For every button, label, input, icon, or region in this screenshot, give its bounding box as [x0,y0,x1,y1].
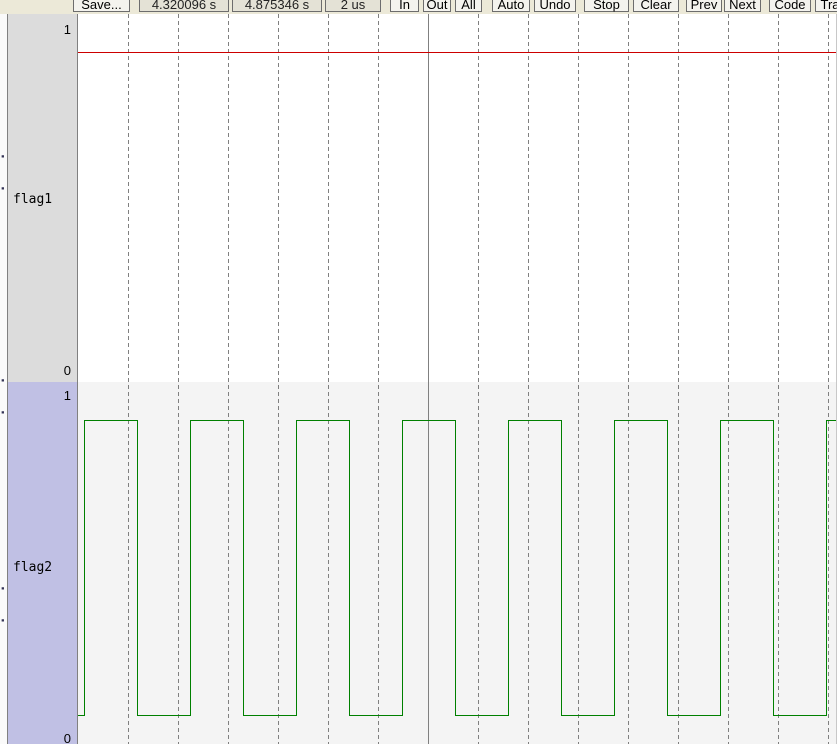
strip-marker: ▪ [1,377,5,384]
time-start-field: 4.320096 s [139,0,229,12]
flag2-name: flag2 [13,560,53,575]
waveform-plot[interactable] [78,14,837,744]
clear-button[interactable]: Clear [633,0,679,12]
strip-marker: ▪ [1,585,5,592]
next-button[interactable]: Next [724,0,761,12]
strip-marker: ▪ [1,185,5,192]
strip-marker: ▪ [1,153,5,160]
undo-button[interactable]: Undo [534,0,576,12]
flag1-name: flag1 [13,192,53,207]
signal-label-flag2[interactable]: 1 flag2 0 [8,382,78,746]
strip-marker: ▪ [1,409,5,416]
time-end-field: 4.875346 s [232,0,322,12]
strip-marker: ▪ [1,617,5,624]
flag1-max-label: 1 [63,22,71,37]
flag2-plot-background [78,382,837,744]
auto-button[interactable]: Auto [492,0,530,12]
flag2-max-label: 1 [63,388,71,403]
code-button[interactable]: Code [769,0,811,12]
zoom-all-button[interactable]: All [455,0,482,12]
trace-button[interactable]: Tra [815,0,837,12]
toolbar: Save... 4.320096 s 4.875346 s 2 us In Ou… [0,0,837,14]
prev-button[interactable]: Prev [686,0,722,12]
zoom-out-button[interactable]: Out [423,0,451,12]
zoom-in-button[interactable]: In [390,0,419,12]
signal-label-flag1[interactable]: 1 flag1 0 [8,14,78,382]
flag1-min-label: 0 [63,363,71,378]
stop-button[interactable]: Stop [584,0,629,12]
save-button[interactable]: Save... [73,0,130,12]
grid-field: 2 us [325,0,381,12]
